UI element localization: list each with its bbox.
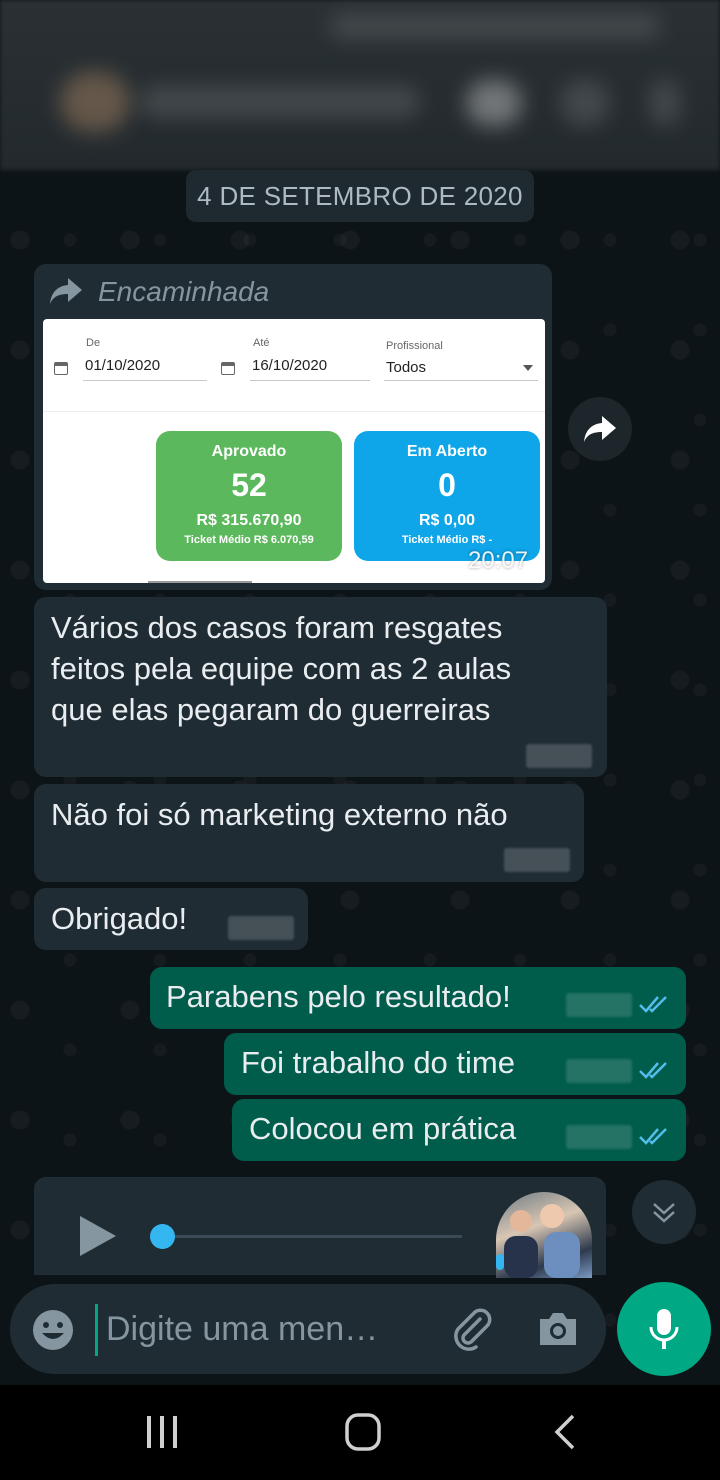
- message-text: feitos pela equipe com as 2 aulas: [51, 651, 512, 686]
- scroll-down-button[interactable]: [632, 1180, 696, 1244]
- message-text: Não foi só marketing externo não: [51, 797, 508, 832]
- message-text: que elas pegaram do guerreiras: [51, 692, 491, 727]
- paperclip-icon[interactable]: [450, 1307, 494, 1351]
- recent-apps-icon[interactable]: [145, 1414, 179, 1450]
- calendar-icon: [54, 362, 68, 375]
- open-card: Em Aberto 0 R$ 0,00 Ticket Médio R$ -: [354, 431, 540, 561]
- forwarded-icon: [50, 278, 82, 304]
- message-timestamp: [526, 744, 592, 768]
- approved-card: Aprovado 52 R$ 315.670,90 Ticket Médio R…: [156, 431, 342, 561]
- message-timestamp: [566, 1125, 632, 1149]
- message-text: Vários dos casos foram resgates: [51, 610, 503, 645]
- camera-icon[interactable]: [536, 1309, 580, 1349]
- from-label: De: [86, 337, 101, 349]
- system-navigation-bar: [0, 1385, 720, 1480]
- approved-count: 52: [231, 467, 267, 503]
- message-timestamp: [504, 848, 570, 872]
- voice-record-button[interactable]: [617, 1282, 711, 1376]
- read-ticks-icon: [639, 996, 667, 1013]
- read-ticks-icon: [639, 1128, 667, 1145]
- forwarded-image[interactable]: De 01/10/2020 Até 16/10/2020 Profissiona…: [43, 319, 545, 583]
- message-composer[interactable]: [10, 1284, 606, 1374]
- message-timestamp: [228, 916, 294, 940]
- contact-name[interactable]: [140, 86, 420, 118]
- approved-ticket: Ticket Médio R$ 6.070,59: [184, 534, 314, 546]
- to-value: 16/10/2020: [252, 357, 328, 374]
- open-count: 0: [438, 467, 456, 503]
- message-timestamp: [566, 993, 632, 1017]
- from-underline: [83, 380, 207, 381]
- share-arrow-icon: [584, 416, 616, 442]
- status-bar: [330, 14, 660, 38]
- mic-small-icon: [496, 1254, 504, 1270]
- video-call-icon[interactable]: [466, 80, 522, 126]
- microphone-icon: [649, 1309, 679, 1349]
- open-title: Em Aberto: [406, 443, 488, 460]
- voice-progress-track[interactable]: [162, 1235, 462, 1238]
- to-label: Até: [253, 337, 270, 349]
- image-timestamp: 20:07: [468, 547, 529, 574]
- message-timestamp: [566, 1059, 632, 1083]
- divider: [43, 411, 545, 412]
- message-text: Obrigado!: [51, 901, 188, 936]
- contact-avatar[interactable]: [60, 72, 130, 132]
- voice-call-icon[interactable]: [560, 80, 610, 126]
- sender-avatar: [496, 1192, 592, 1278]
- professional-value: Todos: [386, 359, 427, 376]
- message-text: Foi trabalho do time: [241, 1045, 515, 1080]
- approved-title: Aprovado: [211, 443, 287, 460]
- open-amount: R$ 0,00: [418, 512, 476, 529]
- menu-icon[interactable]: [650, 80, 680, 126]
- approved-amount: R$ 315.670,90: [196, 512, 302, 529]
- forward-button[interactable]: [568, 397, 632, 461]
- message-text: Colocou em prática: [249, 1111, 517, 1146]
- home-icon[interactable]: [345, 1413, 381, 1451]
- scroll-indicator: [148, 581, 252, 583]
- chat-header[interactable]: [0, 0, 720, 170]
- calendar-icon: [221, 362, 235, 375]
- read-ticks-icon: [639, 1062, 667, 1079]
- forwarded-label: Encaminhada: [98, 276, 270, 307]
- back-icon[interactable]: [553, 1414, 577, 1450]
- to-underline: [250, 380, 370, 381]
- date-chip: 4 DE SETEMBRO DE 2020: [186, 170, 534, 222]
- professional-label: Profissional: [386, 340, 443, 352]
- text-cursor: [95, 1304, 98, 1356]
- play-icon[interactable]: [78, 1214, 118, 1258]
- emoji-icon[interactable]: [32, 1309, 74, 1351]
- from-value: 01/10/2020: [85, 357, 161, 374]
- open-ticket: Ticket Médio R$ -: [401, 534, 493, 546]
- voice-progress-handle[interactable]: [150, 1224, 175, 1249]
- professional-underline: [384, 380, 538, 381]
- dropdown-arrow-icon: [523, 365, 533, 371]
- message-input[interactable]: [106, 1306, 426, 1352]
- double-chevron-down-icon: [653, 1203, 675, 1223]
- message-text: Parabens pelo resultado!: [166, 979, 511, 1014]
